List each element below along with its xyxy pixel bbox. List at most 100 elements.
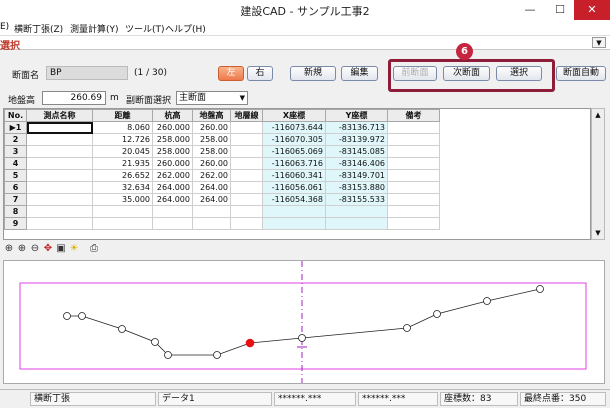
table-cell[interactable]: -116056.061	[262, 181, 326, 194]
table-cell[interactable]: 260.00	[192, 157, 231, 170]
zoom-out-icon[interactable]: ⊖	[29, 243, 41, 255]
column-header[interactable]: 備考	[387, 109, 440, 122]
table-cell[interactable]	[230, 205, 263, 218]
row-number[interactable]: 7	[4, 193, 27, 206]
table-cell[interactable]	[230, 217, 263, 230]
table-cell[interactable]: -83139.972	[325, 133, 388, 146]
menu-tools[interactable]: ツール(T)	[125, 22, 165, 35]
table-cell[interactable]	[325, 205, 388, 218]
scroll-up-icon[interactable]: ▲	[592, 109, 604, 121]
row-number[interactable]: 6	[4, 181, 27, 194]
column-header[interactable]: 杭高	[152, 109, 193, 122]
table-cell[interactable]: 21.935	[92, 157, 153, 170]
table-cell[interactable]	[387, 181, 440, 194]
table-cell[interactable]	[26, 181, 93, 194]
close-button[interactable]: ✕	[574, 0, 610, 20]
sub-section-select[interactable]: 主断面 ▼	[176, 91, 248, 105]
table-cell[interactable]: -83145.085	[325, 145, 388, 158]
ground-point[interactable]	[213, 351, 221, 359]
table-cell[interactable]: -116060.341	[262, 169, 326, 182]
table-row[interactable]: 3 20.045 258.000 258.00 -116065.069 -83145.08…	[4, 145, 440, 158]
table-cell[interactable]: 32.634	[92, 181, 153, 194]
table-cell[interactable]: -83136.713	[325, 121, 388, 134]
table-cell[interactable]	[192, 217, 231, 230]
table-cell[interactable]: 262.000	[152, 169, 193, 182]
table-cell[interactable]: 258.00	[192, 133, 231, 146]
table-cell[interactable]: 260.00	[192, 121, 231, 134]
column-header[interactable]: Y座標	[325, 109, 388, 122]
table-cell[interactable]	[26, 145, 93, 158]
table-cell[interactable]: 258.000	[152, 133, 193, 146]
table-cell[interactable]	[387, 169, 440, 182]
table-cell[interactable]: 264.00	[192, 181, 231, 194]
left-button[interactable]: 左	[218, 66, 244, 81]
table-cell[interactable]: 8.060	[92, 121, 153, 134]
table-cell[interactable]: 264.000	[152, 193, 193, 206]
ground-point[interactable]	[298, 334, 306, 342]
table-cell[interactable]	[230, 145, 263, 158]
row-number[interactable]: 9	[4, 217, 27, 230]
row-number[interactable]: 3	[4, 145, 27, 158]
fit-icon[interactable]: ▣	[55, 243, 67, 255]
menu-cross-stake[interactable]: 横断丁張(Z)	[14, 22, 63, 35]
table-cell[interactable]: -116073.644	[262, 121, 326, 134]
table-cell[interactable]: -116063.716	[262, 157, 326, 170]
table-cell[interactable]	[152, 217, 193, 230]
table-cell[interactable]	[230, 121, 263, 134]
table-cell[interactable]: 35.000	[92, 193, 153, 206]
column-header[interactable]: 地盤高	[192, 109, 231, 122]
table-cell[interactable]	[262, 205, 326, 218]
table-cell[interactable]: 20.045	[92, 145, 153, 158]
ground-point[interactable]	[433, 310, 441, 318]
table-cell[interactable]	[92, 217, 153, 230]
ground-point[interactable]	[164, 351, 172, 359]
ground-point[interactable]	[536, 285, 544, 293]
table-cell[interactable]	[387, 133, 440, 146]
table-cell[interactable]	[387, 217, 440, 230]
table-cell[interactable]	[26, 217, 93, 230]
table-cell[interactable]	[26, 133, 93, 146]
table-cell[interactable]: -83153.880	[325, 181, 388, 194]
table-cell[interactable]	[387, 121, 440, 134]
row-number[interactable]: ▶1	[4, 121, 27, 134]
table-cell[interactable]	[26, 205, 93, 218]
ground-point[interactable]	[151, 338, 159, 346]
table-cell[interactable]	[152, 205, 193, 218]
column-header[interactable]: 測点名称	[26, 109, 93, 122]
auto-section-button[interactable]: 断面自動	[556, 66, 606, 81]
table-cell[interactable]	[26, 121, 93, 134]
row-number[interactable]: 5	[4, 169, 27, 182]
row-number[interactable]: 4	[4, 157, 27, 170]
column-header[interactable]: 距離	[92, 109, 153, 122]
table-cell[interactable]	[192, 205, 231, 218]
panel-dropdown-button[interactable]: ▼	[592, 37, 606, 48]
ground-height-input[interactable]: 260.69	[42, 91, 106, 105]
table-cell[interactable]: -83146.406	[325, 157, 388, 170]
table-row[interactable]: 4 21.935 260.000 260.00 -116063.716 -83146.40…	[4, 157, 440, 170]
ground-point[interactable]	[78, 312, 86, 320]
row-number[interactable]: 2	[4, 133, 27, 146]
column-header[interactable]: No.	[4, 109, 27, 122]
table-cell[interactable]: -116070.305	[262, 133, 326, 146]
table-cell[interactable]: 260.000	[152, 121, 193, 134]
ground-point[interactable]	[118, 325, 126, 333]
table-row[interactable]: ▶1 8.060 260.000 260.00 -116073.644 -83136.71…	[4, 121, 440, 134]
table-cell[interactable]: -116065.069	[262, 145, 326, 158]
print-icon[interactable]: ⎙	[88, 243, 100, 255]
table-cell[interactable]: 264.000	[152, 181, 193, 194]
menu-help[interactable]: ヘルプ(H)	[165, 22, 206, 35]
pan-icon[interactable]: ✥	[42, 243, 54, 255]
menu-survey-calc[interactable]: 測量計算(Y)	[70, 22, 119, 35]
table-cell[interactable]	[26, 157, 93, 170]
minimize-button[interactable]: —	[515, 0, 545, 20]
table-cell[interactable]: 258.00	[192, 145, 231, 158]
column-header[interactable]: 地層線	[230, 109, 263, 122]
table-cell[interactable]: 262.00	[192, 169, 231, 182]
table-cell[interactable]	[230, 169, 263, 182]
table-row[interactable]: 5 26.652 262.000 262.00 -116060.341 -83149.70…	[4, 169, 440, 182]
table-cell[interactable]	[230, 193, 263, 206]
table-cell[interactable]	[92, 205, 153, 218]
table-row[interactable]: 2 12.726 258.000 258.00 -116070.305 -83139.97…	[4, 133, 440, 146]
table-row[interactable]: 9	[4, 217, 440, 230]
table-cell[interactable]	[230, 157, 263, 170]
